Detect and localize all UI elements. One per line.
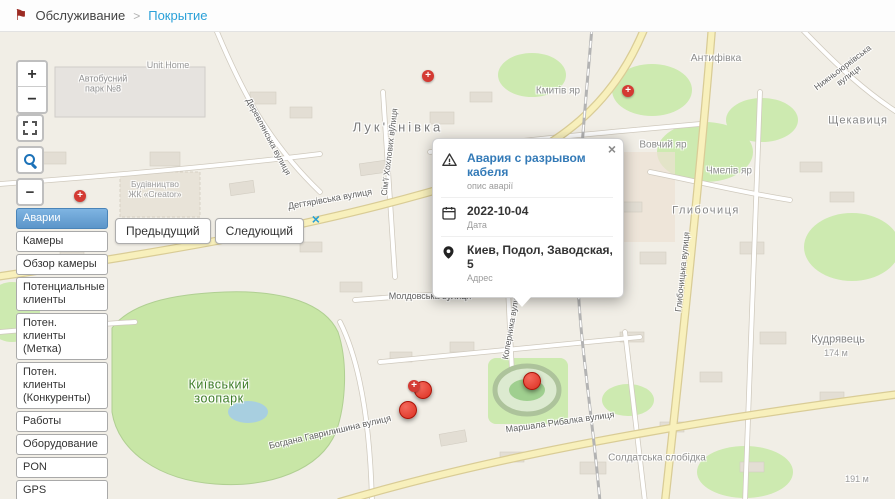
- layer-button-7[interactable]: Оборудование: [16, 434, 108, 455]
- popup-row-date: 2022-10-04 Дата: [441, 197, 613, 236]
- incident-caption: опис аварії: [467, 181, 613, 191]
- search-button[interactable]: [16, 146, 44, 174]
- zoom-in-button[interactable]: +: [18, 62, 46, 87]
- fullscreen-button[interactable]: [16, 114, 44, 142]
- breadcrumb-section[interactable]: Обслуживание: [35, 8, 125, 23]
- incident-date: 2022-10-04: [467, 204, 528, 218]
- popup-row-address: Киев, Подол, Заводская, 5 Адрес: [441, 236, 613, 289]
- layer-button-4[interactable]: Потен. клиенты (Метка): [16, 313, 108, 360]
- layer-button-2[interactable]: Обзор камеры: [16, 254, 108, 275]
- popup-row-incident: Авария с разрывом кабеля опис аварії: [441, 145, 613, 197]
- layer-button-8[interactable]: PON: [16, 457, 108, 478]
- layer-button-1[interactable]: Камеры: [16, 231, 108, 252]
- incident-marker[interactable]: [523, 372, 541, 390]
- incident-address: Киев, Подол, Заводская, 5: [467, 243, 613, 271]
- pin-icon: [441, 243, 459, 266]
- warning-icon: [441, 151, 459, 173]
- zoom-out-button[interactable]: −: [18, 87, 46, 112]
- incident-address-caption: Адрес: [467, 273, 613, 283]
- layer-button-5[interactable]: Потен. клиенты (Конкуренты): [16, 362, 108, 409]
- layer-button-6[interactable]: Работы: [16, 411, 108, 432]
- search-icon: [23, 153, 37, 167]
- calendar-icon: [441, 204, 459, 226]
- popup-tail: [513, 297, 531, 307]
- collapse-panel-button[interactable]: −: [16, 178, 44, 206]
- layer-button-0[interactable]: Аварии: [16, 208, 108, 229]
- fullscreen-icon: [23, 121, 37, 135]
- incident-marker[interactable]: [414, 381, 432, 399]
- map-canvas[interactable]: Лук'янівкаКиївський зоопаркКмитів ярВовч…: [0, 32, 895, 499]
- prev-button[interactable]: Предыдущий: [115, 218, 211, 244]
- breadcrumb: ⚑ Обслуживание > Покрытие: [0, 0, 895, 32]
- coverage-page: ⚑ Обслуживание > Покрытие: [0, 0, 895, 499]
- next-button[interactable]: Следующий: [215, 218, 304, 244]
- popup-close-button[interactable]: ×: [608, 142, 616, 156]
- incident-date-caption: Дата: [467, 220, 528, 230]
- layer-button-3[interactable]: Потенциальные клиенты: [16, 277, 108, 311]
- breadcrumb-separator-icon: >: [133, 9, 140, 23]
- zoom-control: + −: [16, 60, 48, 114]
- incident-popup: × Авария с разрывом кабеля опис аварії 2…: [432, 138, 624, 298]
- incident-marker[interactable]: [399, 401, 417, 419]
- layer-panel: АварииКамерыОбзор камерыПотенциальные кл…: [16, 208, 108, 499]
- layer-button-9[interactable]: GPS: [16, 480, 108, 499]
- pager-close-button[interactable]: ×: [312, 212, 320, 226]
- breadcrumb-page[interactable]: Покрытие: [148, 8, 207, 23]
- incident-title-link[interactable]: Авария с разрывом кабеля: [467, 151, 613, 179]
- pager: Предыдущий Следующий ×: [115, 218, 304, 244]
- flag-icon: ⚑: [14, 8, 27, 23]
